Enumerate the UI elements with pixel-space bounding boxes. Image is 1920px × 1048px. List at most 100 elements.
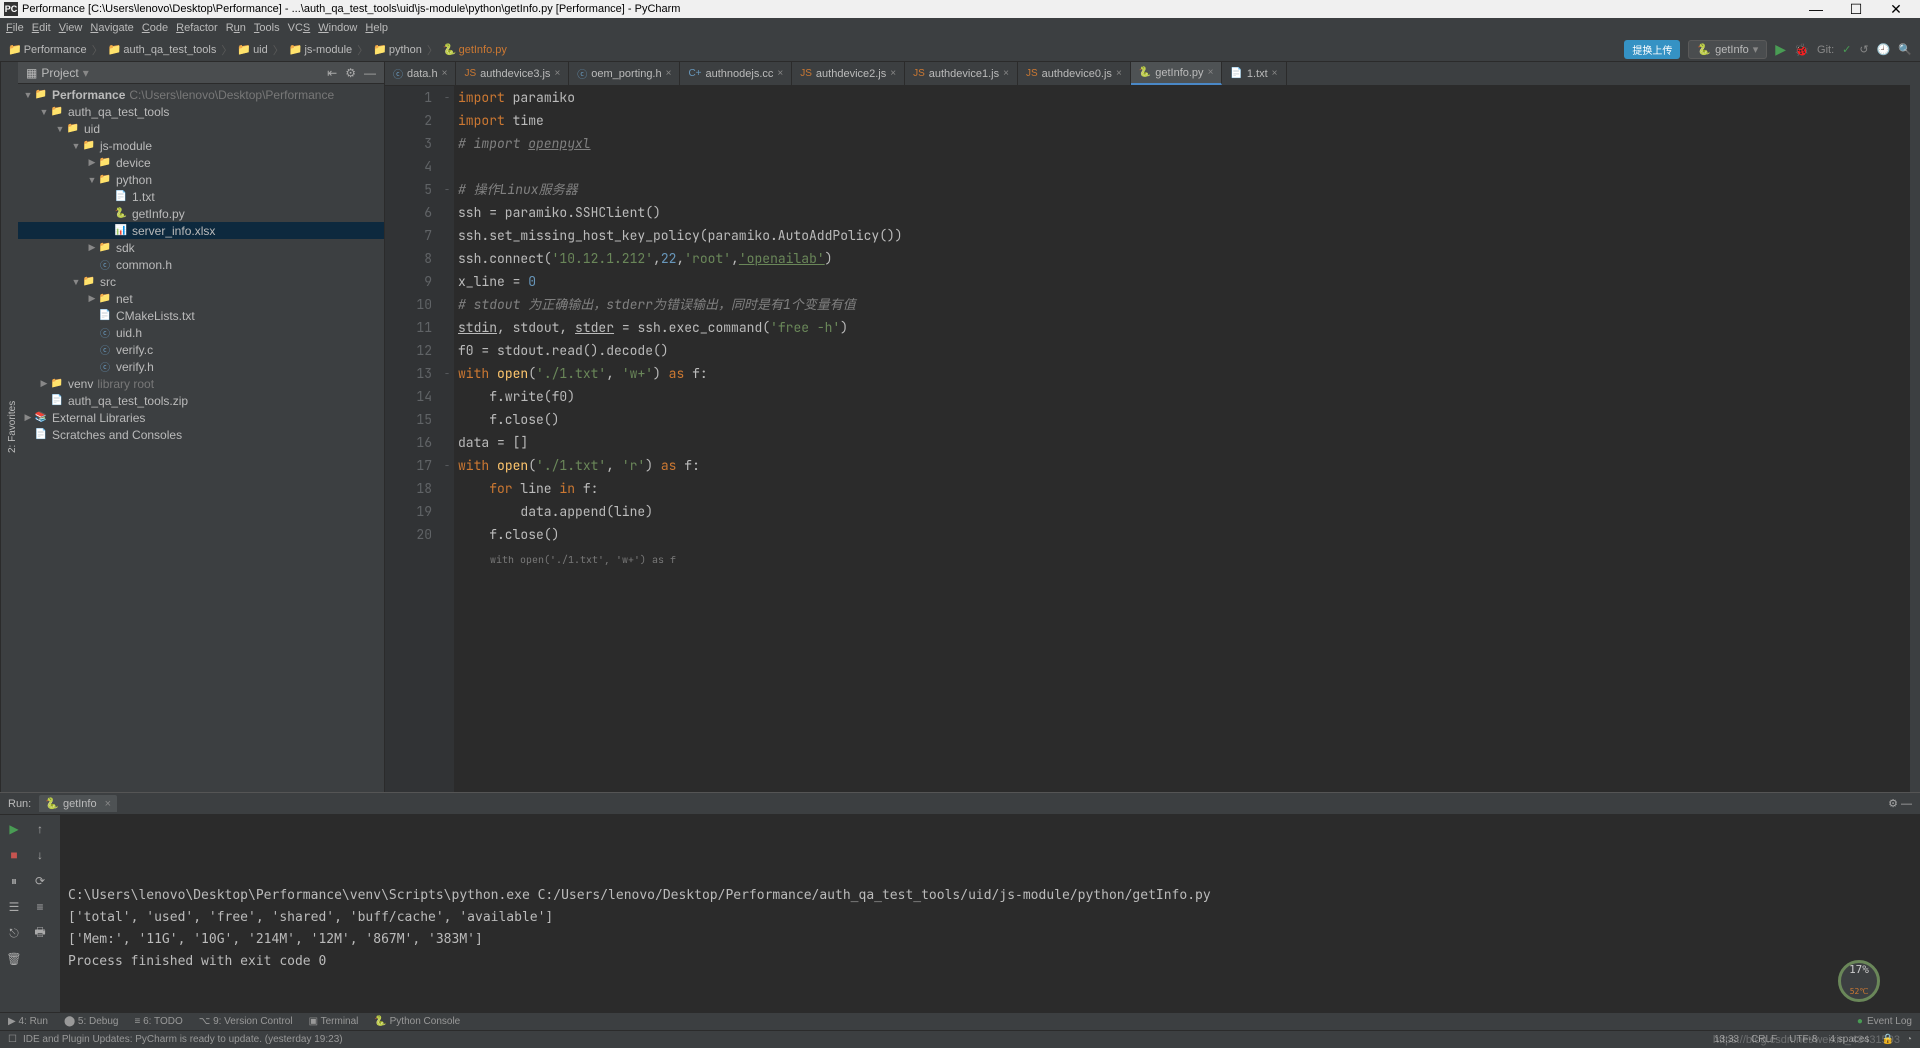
menu-view[interactable]: View (59, 22, 83, 34)
tree-row[interactable]: ▼📁auth_qa_test_tools (18, 103, 384, 120)
menu-code[interactable]: Code (142, 22, 168, 34)
tree-row[interactable]: 📄CMakeLists.txt (18, 307, 384, 324)
chevron-down-icon[interactable]: ▾ (83, 66, 89, 80)
left-tool-strip: 1: Project 7: Structure 2: Favorites (0, 62, 18, 792)
project-icon: ▦ (26, 66, 37, 80)
menu-refactor[interactable]: Refactor (176, 22, 218, 34)
debug-button[interactable]: 🐞 (1794, 43, 1809, 57)
window-titlebar: PC Performance [C:\Users\lenovo\Desktop\… (0, 0, 1920, 18)
minimize-button[interactable]: — (1796, 1, 1836, 17)
code-content[interactable]: import paramikoimport time# import openp… (454, 86, 1910, 792)
step-up-icon[interactable]: ↑ (30, 819, 50, 839)
scratches[interactable]: 📄Scratches and Consoles (18, 426, 384, 443)
menu-help[interactable]: Help (365, 22, 388, 34)
vcs-rollback-icon[interactable]: ↺ (1859, 43, 1868, 56)
tool-vcs[interactable]: ⌥ 9: Version Control (199, 1016, 293, 1027)
run-config-selector[interactable]: 🐍 getInfo ▾ (1688, 40, 1767, 59)
tree-row[interactable]: ▶📁net (18, 290, 384, 307)
menu-tools[interactable]: Tools (254, 22, 280, 34)
performance-badge: 17% 52℃ (1838, 960, 1880, 1002)
editor-tab[interactable]: JSauthdevice1.js× (905, 62, 1018, 85)
run-settings-icon[interactable]: ⚙ — (1888, 797, 1912, 810)
settings-icon[interactable]: ⚙ (345, 66, 356, 80)
tree-row[interactable]: 📄1.txt (18, 188, 384, 205)
window-title: Performance [C:\Users\lenovo\Desktop\Per… (22, 3, 680, 15)
editor-tab[interactable]: JSauthdevice3.js× (456, 62, 569, 85)
tool-favorites[interactable]: 2: Favorites (7, 66, 18, 788)
menu-edit[interactable]: Edit (32, 22, 51, 34)
trash-icon[interactable]: 🗑 (4, 949, 24, 969)
vcs-update-icon[interactable]: ✓ (1842, 43, 1851, 56)
tree-row[interactable]: 📊server_info.xlsx (18, 222, 384, 239)
editor-tabs: ⓒdata.h×JSauthdevice3.js×ⓒoem_porting.h×… (385, 62, 1910, 86)
project-tree[interactable]: ▼📁 Performance C:\Users\lenovo\Desktop\P… (18, 84, 384, 792)
status-bar: ☐ IDE and Plugin Updates: PyCharm is rea… (0, 1030, 1920, 1048)
console-output[interactable]: 17% 52℃ C:\Users\lenovo\Desktop\Performa… (60, 815, 1920, 1012)
navigation-bar: 📁Performance〉 📁auth_qa_test_tools〉 📁uid〉… (0, 38, 1920, 62)
editor-tab[interactable]: ⓒdata.h× (385, 62, 456, 85)
tree-row[interactable]: 📄auth_qa_test_tools.zip (18, 392, 384, 409)
editor-tab[interactable]: ⓒoem_porting.h× (569, 62, 680, 85)
tool-todo[interactable]: ≡ 6: TODO (135, 1016, 183, 1027)
export-icon[interactable]: ⎋ (4, 923, 24, 943)
editor-tab[interactable]: JSauthdevice2.js× (792, 62, 905, 85)
editor-tab[interactable]: C+authnodejs.cc× (680, 62, 792, 85)
tree-row[interactable]: ⓒverify.c (18, 341, 384, 358)
stop-icon[interactable]: ■ (4, 845, 24, 865)
run-button[interactable]: ▶ (1775, 41, 1786, 58)
close-button[interactable]: ✕ (1876, 1, 1916, 18)
tree-row[interactable]: ⓒcommon.h (18, 256, 384, 273)
tree-row[interactable]: ▶📁venvlibrary root (18, 375, 384, 392)
hide-icon[interactable]: — (364, 66, 376, 80)
line-numbers: 1234567891011121314151617181920 (385, 86, 440, 792)
tool-terminal[interactable]: ▣ Terminal (309, 1016, 359, 1027)
tool-run[interactable]: ▶ 4: Run (8, 1016, 48, 1027)
event-log[interactable]: ● Event Log (1857, 1016, 1912, 1027)
tool-debug[interactable]: ⬤ 5: Debug (64, 1016, 119, 1027)
tree-row[interactable]: ▼📁js-module (18, 137, 384, 154)
print-icon[interactable]: 🖶 (30, 923, 50, 943)
status-message: IDE and Plugin Updates: PyCharm is ready… (23, 1034, 343, 1045)
tree-row[interactable]: ▼📁python (18, 171, 384, 188)
layout-icon[interactable]: ☰ (4, 897, 24, 917)
editor-tab[interactable]: 📄1.txt× (1222, 62, 1286, 85)
run-label: Run: (8, 798, 31, 810)
tree-row[interactable]: ⓒverify.h (18, 358, 384, 375)
menu-window[interactable]: Window (318, 22, 357, 34)
editor-tab[interactable]: JSauthdevice0.js× (1018, 62, 1131, 85)
run-toolbar: ▶ ↑ ■ ↓ ⏸ ⟳ ☰ ≡ ⎋ 🖶 🗑 (0, 815, 60, 1012)
vcs-history-icon[interactable]: 🕘 (1877, 43, 1891, 56)
menu-run[interactable]: Run (226, 22, 246, 34)
menu-navigate[interactable]: Navigate (90, 22, 133, 34)
menu-file[interactable]: File (6, 22, 24, 34)
tree-row[interactable]: ▶📁sdk (18, 239, 384, 256)
tree-row[interactable]: 🐍getInfo.py (18, 205, 384, 222)
filter-icon[interactable]: ≡ (30, 897, 50, 917)
search-icon[interactable]: 🔍 (1898, 43, 1912, 56)
redo-icon[interactable]: ⟳ (30, 871, 50, 891)
tool-python-console[interactable]: 🐍 Python Console (374, 1016, 460, 1027)
app-icon: PC (4, 2, 18, 16)
fold-gutter[interactable]: −−−− (440, 86, 454, 792)
editor-tab[interactable]: 🐍getInfo.py× (1131, 62, 1223, 85)
tree-row[interactable]: ▼📁src (18, 273, 384, 290)
tree-row[interactable]: ⓒuid.h (18, 324, 384, 341)
status-icon[interactable]: ☐ (8, 1034, 17, 1045)
pause-icon[interactable]: ⏸ (4, 871, 24, 891)
step-down-icon[interactable]: ↓ (30, 845, 50, 865)
tree-row[interactable]: ▼📁uid (18, 120, 384, 137)
rerun-icon[interactable]: ▶ (4, 819, 24, 839)
inspection-icon[interactable]: ◔ (1906, 1034, 1912, 1045)
maximize-button[interactable]: ☐ (1836, 1, 1876, 18)
collapse-icon[interactable]: ⇤ (327, 66, 337, 80)
run-tool-window: Run: 🐍 getInfo × ⚙ — ▶ ↑ ■ ↓ ⏸ ⟳ ☰ ≡ ⎋ 🖶… (0, 792, 1920, 1012)
menu-vcs[interactable]: VCS (288, 22, 311, 34)
run-tab[interactable]: 🐍 getInfo × (39, 795, 117, 812)
right-gutter (1910, 62, 1920, 792)
tree-row[interactable]: ▶📁device (18, 154, 384, 171)
breadcrumb[interactable]: 📁Performance〉 📁auth_qa_test_tools〉 📁uid〉… (8, 42, 507, 58)
code-editor[interactable]: 1234567891011121314151617181920 −−−− imp… (385, 86, 1910, 792)
external-libraries[interactable]: ▶📚External Libraries (18, 409, 384, 426)
tree-root[interactable]: ▼📁 Performance C:\Users\lenovo\Desktop\P… (18, 86, 384, 103)
upload-badge[interactable]: 提换上传 (1624, 40, 1680, 59)
